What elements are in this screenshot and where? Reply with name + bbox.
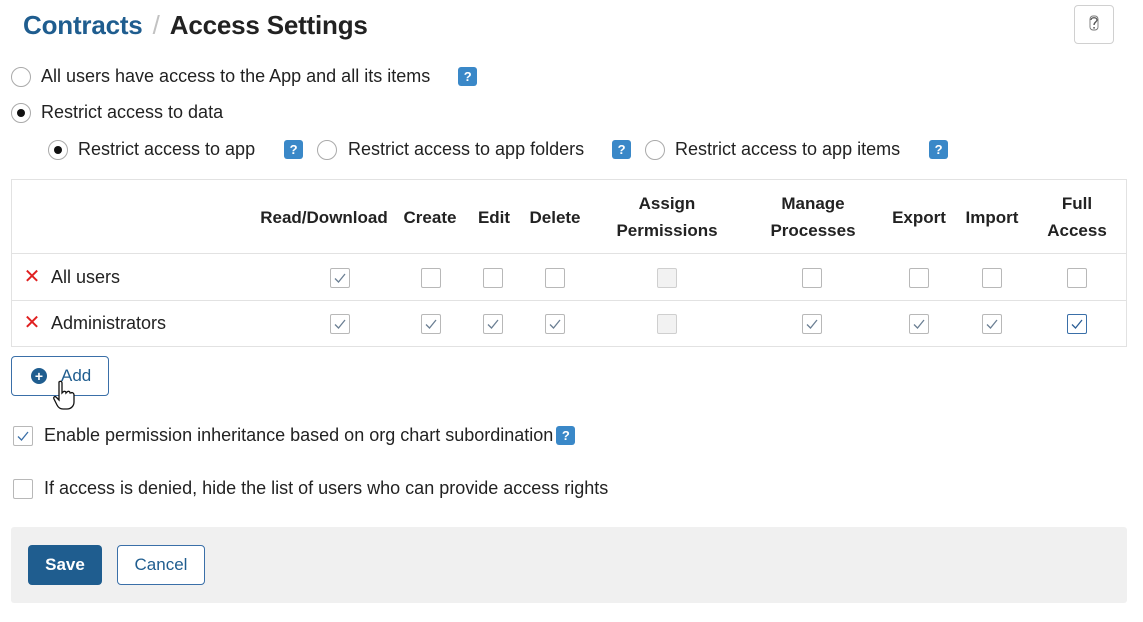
restrict-option-label: Restrict access to app folders [348,139,585,159]
save-button[interactable]: Save [28,545,102,585]
help-button[interactable] [1074,5,1114,44]
column-header-manage-processes: Manage Processes [770,194,856,240]
inheritance-option[interactable]: Enable permission inheritance based on o… [13,425,576,446]
checkmark-icon [334,273,346,283]
form-footer: Save Cancel [11,527,1127,603]
table-row: ✕ All users [12,255,1126,301]
restrict-option-label: Restrict access to app items [675,139,901,159]
checkmark-icon [425,319,437,329]
checkmark-icon [334,319,346,329]
help-badge-icon[interactable]: ? [284,140,304,159]
column-header-full-access: Full Access [1047,194,1107,240]
plus-circle-icon: + [31,368,47,384]
checkbox-assign-permissions [657,314,677,334]
restrict-option-folders[interactable]: Restrict access to app folders ? [317,139,632,160]
column-header-create: Create [403,207,457,227]
checkbox-read-download[interactable] [330,268,350,288]
hide-users-checkbox[interactable] [13,478,33,499]
hand-pointer-cursor-icon [53,380,75,410]
checkmark-icon [17,431,29,441]
table-row: ✕ Administrators [12,301,1126,347]
inheritance-checkbox[interactable] [13,425,33,446]
restrict-option-items[interactable]: Restrict access to app items ? [645,139,949,160]
checkmark-icon [986,319,998,329]
restrict-option-label: Restrict access to app [78,139,256,159]
column-header-edit: Edit [477,207,511,227]
checkmark-icon [806,319,818,329]
row-name: All users [51,267,121,287]
access-option-label: All users have access to the App and all… [41,66,431,86]
checkbox-edit[interactable] [483,268,503,288]
breadcrumb-separator: / [152,9,160,40]
help-badge-icon[interactable]: ? [612,140,632,159]
access-option-label: Restrict access to data [41,102,224,122]
checkbox-export[interactable] [909,268,929,288]
remove-icon[interactable]: ✕ [24,267,41,287]
column-header-assign-permissions: Assign Permissions [616,194,718,240]
checkbox-create[interactable] [421,314,441,334]
row-name: Administrators [51,313,167,333]
checkmark-icon [549,319,561,329]
column-header-export: Export [892,207,946,227]
breadcrumb-app-link[interactable]: Contracts [23,10,143,41]
permissions-table: Read/Download Create Edit Delete Assign P… [11,179,1127,347]
page-title: Access Settings [169,9,368,40]
radio-button[interactable] [645,139,665,160]
column-header-read-download: Read/Download [260,207,388,227]
breadcrumb: Contracts / Access Settings [23,8,368,42]
radio-button-selected[interactable] [48,139,68,160]
checkmark-icon [913,319,925,329]
checkbox-edit[interactable] [483,314,503,334]
inheritance-label: Enable permission inheritance based on o… [44,425,554,445]
checkmark-icon [1071,319,1083,329]
column-header-delete: Delete [529,207,581,227]
remove-icon[interactable]: ✕ [24,313,41,333]
checkbox-import[interactable] [982,314,1002,334]
checkbox-import[interactable] [982,268,1002,288]
checkbox-assign-permissions [657,268,677,288]
column-header-import: Import [965,207,1019,227]
checkbox-full-access[interactable] [1067,314,1087,334]
checkbox-read-download[interactable] [330,314,350,334]
checkbox-manage-processes[interactable] [802,268,822,288]
permissions-table-header: Read/Download Create Edit Delete Assign P… [12,180,1126,254]
question-icon [1087,15,1101,35]
access-option-restrict[interactable]: Restrict access to data [11,102,223,123]
radio-button[interactable] [11,66,31,87]
checkbox-manage-processes[interactable] [802,314,822,334]
help-badge-icon[interactable]: ? [458,67,478,86]
checkbox-create[interactable] [421,268,441,288]
radio-button[interactable] [317,139,337,160]
help-badge-icon[interactable]: ? [929,140,949,159]
help-badge-icon[interactable]: ? [556,426,576,445]
radio-button-selected[interactable] [11,102,31,123]
checkbox-full-access[interactable] [1067,268,1087,288]
restrict-option-app[interactable]: Restrict access to app ? [48,139,304,160]
checkbox-export[interactable] [909,314,929,334]
hide-users-option[interactable]: If access is denied, hide the list of us… [13,478,608,499]
checkbox-delete[interactable] [545,314,565,334]
checkbox-delete[interactable] [545,268,565,288]
checkmark-icon [487,319,499,329]
hide-users-label: If access is denied, hide the list of us… [44,478,609,498]
cancel-button[interactable]: Cancel [117,545,205,585]
access-option-all-users[interactable]: All users have access to the App and all… [11,66,478,87]
